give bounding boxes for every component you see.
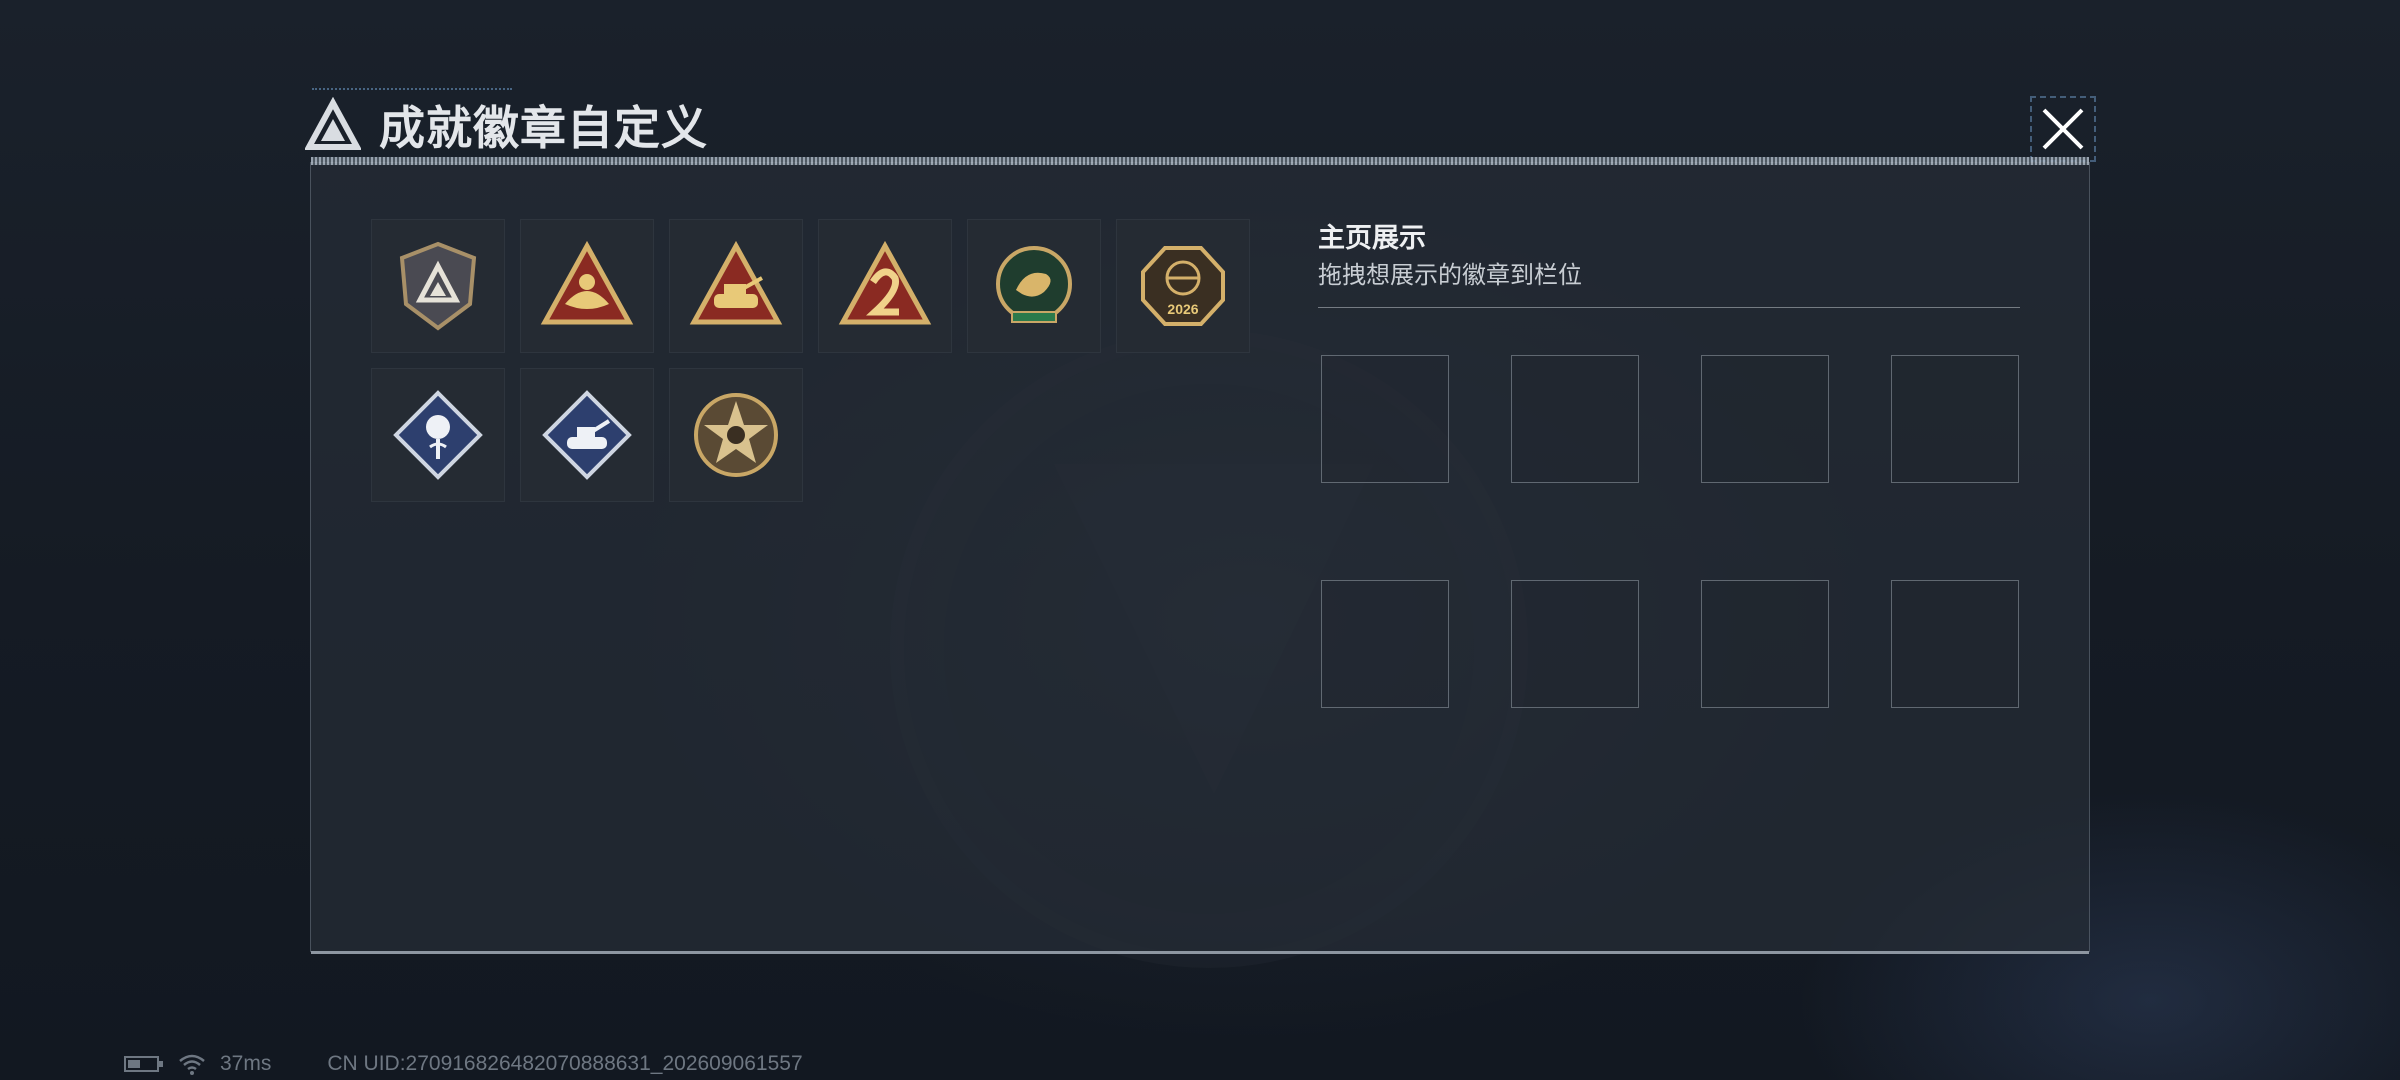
showcase-slot[interactable] (1701, 355, 1829, 483)
panel-bottom-border (311, 951, 2089, 954)
shield-delta-badge-icon (399, 241, 477, 331)
user-uid: CN UID:270916826482070888631_20260906155… (327, 1052, 803, 1075)
ping-value: 37ms (220, 1052, 272, 1075)
badge-item[interactable] (371, 219, 505, 353)
dragon-delta-force-badge-icon (996, 246, 1072, 323)
badge-item[interactable] (520, 219, 654, 353)
badge-year-text: 2026 (1167, 301, 1198, 317)
hands-triangle-badge-icon (540, 240, 634, 325)
delta-triangle-logo-icon (305, 97, 361, 150)
badge-item[interactable] (520, 368, 654, 502)
showcase-title: 主页展示 (1318, 223, 1426, 253)
battery-icon (124, 1056, 163, 1072)
showcase-slot[interactable] (1891, 355, 2019, 483)
tank-triangle-badge-icon (689, 240, 783, 325)
badge-grid: 2026 (371, 219, 1250, 502)
badge-item[interactable]: 2026 (1116, 219, 1250, 353)
screen: 成就徽章自定义 2026 主页展示 拖拽想展示的徽章到栏位 37ms CN UI… (0, 0, 2400, 1080)
panel-top-border (311, 157, 2089, 165)
showcase-divider (1318, 307, 2020, 309)
delta-force-2026-badge-icon: 2026 (1141, 246, 1225, 326)
close-icon (2042, 108, 2084, 150)
status-bar: 37ms CN UID:270916826482070888631_202609… (124, 1052, 803, 1076)
badge-item[interactable] (371, 368, 505, 502)
page-title: 成就徽章自定义 (379, 102, 708, 154)
showcase-slot[interactable] (1701, 580, 1829, 708)
number-two-flame-badge-icon (838, 240, 932, 325)
showcase-slot[interactable] (1891, 580, 2019, 708)
tank-diamond-badge-icon (542, 390, 632, 480)
badge-item[interactable] (669, 219, 803, 353)
rose-diamond-badge-icon (393, 390, 483, 480)
badge-item[interactable] (669, 368, 803, 502)
showcase-slot[interactable] (1511, 580, 1639, 708)
showcase-slot-grid (1321, 355, 2019, 708)
showcase-slot[interactable] (1321, 355, 1449, 483)
close-button[interactable] (2030, 96, 2096, 162)
skull-star-badge-icon (694, 393, 778, 477)
title-bar: 成就徽章自定义 (305, 90, 708, 160)
showcase-slot[interactable] (1321, 580, 1449, 708)
badge-item[interactable] (818, 219, 952, 353)
badge-customize-panel: 2026 主页展示 拖拽想展示的徽章到栏位 (310, 157, 2090, 954)
homepage-showcase: 主页展示 拖拽想展示的徽章到栏位 (1318, 221, 2022, 309)
badge-item[interactable] (967, 219, 1101, 353)
showcase-slot[interactable] (1511, 355, 1639, 483)
showcase-instruction: 拖拽想展示的徽章到栏位 (1318, 262, 1582, 290)
wifi-icon (179, 1054, 205, 1075)
